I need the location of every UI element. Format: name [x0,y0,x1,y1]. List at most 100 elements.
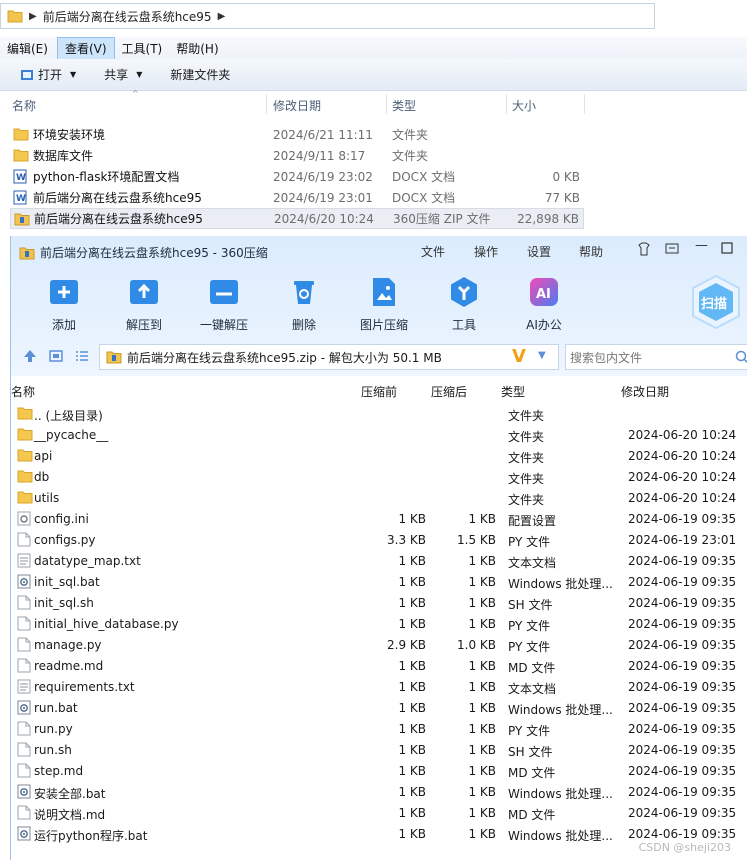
minimize-icon[interactable]: — [695,238,708,253]
search-icon[interactable] [735,350,747,367]
file-row[interactable]: 环境安装环境 2024/6/21 11:11 文件夹 [10,124,584,145]
archive-entry-row[interactable]: datatype_map.txt 1 KB 1 KB 文本文档 2024-06-19 0… [11,551,747,572]
file-size: 0 KB [552,169,580,184]
entry-date: 2024-06-20 10:24 [628,449,737,463]
thumbnail-view-icon[interactable] [49,350,63,365]
archive-entry-row[interactable]: initial_hive_database.py 1 KB 1 KB PY 文件 202… [11,614,747,635]
search-input[interactable]: 搜索包内文件 [565,344,747,370]
column-size[interactable]: 压缩前 [361,383,397,400]
tool-add-button[interactable]: 添加 [29,276,99,333]
entry-compressed-size: 1 KB [468,806,496,820]
chevron-right-icon[interactable]: ▶ [29,11,37,22]
archive-entry-row[interactable]: api 文件夹 2024-06-20 10:24 [11,446,747,467]
file-row[interactable]: 前后端分离在线云盘系统hce95 2024/6/20 10:24 360压缩 ZIP… [10,208,584,229]
entry-name: run.bat [34,701,78,715]
file-icon [17,805,31,823]
address-path[interactable]: 前后端分离在线云盘系统hce95 [43,8,212,25]
archive-entry-row[interactable]: config.ini 1 KB 1 KB 配置设置 2024-06-19 09:35 [11,509,747,530]
new-folder-button[interactable]: 新建文件夹 [170,66,230,83]
chevron-down-icon[interactable]: ▼ [538,350,546,361]
archive-entry-row[interactable]: 运行python程序.bat 1 KB 1 KB Windows 批处理... 2024… [11,824,747,845]
archive-entry-row[interactable]: run.bat 1 KB 1 KB Windows 批处理... 2024-06-19 … [11,698,747,719]
list-view-icon[interactable] [75,350,89,365]
file-row[interactable]: Wpython-flask环境配置文档 2024/6/19 23:02 DOCX 文… [10,166,584,187]
batch-file-icon [17,826,31,844]
entry-compressed-size: 1.0 KB [457,638,496,652]
menu-item[interactable]: 查看(V) [56,36,115,60]
entry-size: 1 KB [398,701,426,715]
column-divider[interactable] [386,94,387,114]
tool-one-click-extract-button[interactable]: 一键解压 [189,276,259,333]
file-date: 2024/6/20 10:24 [274,211,374,226]
column-type[interactable]: 类型 [392,97,416,114]
archive-entry-row[interactable]: 安装全部.bat 1 KB 1 KB Windows 批处理... 2024-06-19… [11,782,747,803]
tool-ai-office-button[interactable]: AI AI办公 [509,276,579,333]
archive-entry-row[interactable]: utils 文件夹 2024-06-20 10:24 [11,488,747,509]
tool-extract-to-button[interactable]: 解压到 [109,276,179,333]
archive-entry-row[interactable]: run.py 1 KB 1 KB PY 文件 2024-06-19 09:35 [11,719,747,740]
feedback-icon[interactable] [665,242,679,260]
menu-operate[interactable]: 操作 [474,243,498,260]
file-size: 22,898 KB [517,211,579,226]
address-bar[interactable]: ▶ 前后端分离在线云盘系统hce95 ▶ [0,3,655,29]
archive-entry-row[interactable]: readme.md 1 KB 1 KB MD 文件 2024-06-19 09:35 [11,656,747,677]
archive-entry-row[interactable]: .. (上级目录) 文件夹 [11,404,747,425]
entry-type: 文件夹 [508,472,545,486]
file-row[interactable]: W 前后端分离在线云盘系统hce95 2024/6/19 23:01 DOCX 文档 7… [10,187,584,208]
maximize-icon[interactable] [721,242,733,258]
archive-window: 前后端分离在线云盘系统hce95 - 360压缩 文件 操作 设置 帮助 — 添… [10,236,747,860]
archive-entry-row[interactable]: requirements.txt 1 KB 1 KB 文本文档 2024-06-19 0… [11,677,747,698]
archive-entry-row[interactable]: 说明文档.md 1 KB 1 KB MD 文件 2024-06-19 09:35 [11,803,747,824]
navigation-bar: 前后端分离在线云盘系统hce95.zip - 解包大小为 50.1 MB V ▼… [11,342,747,372]
skin-icon[interactable] [637,242,651,260]
scan-button[interactable]: 扫描 [691,274,741,330]
column-date[interactable]: 修改日期 [273,97,321,114]
archive-entry-row[interactable]: db 文件夹 2024-06-20 10:24 [11,467,747,488]
archive-path-box[interactable]: 前后端分离在线云盘系统hce95.zip - 解包大小为 50.1 MB V ▼ [99,344,559,370]
up-arrow-icon[interactable] [23,349,37,366]
menu-settings[interactable]: 设置 [527,243,551,260]
archive-entry-row[interactable]: init_sql.sh 1 KB 1 KB SH 文件 2024-06-19 09:35 [11,593,747,614]
column-divider[interactable] [584,94,585,114]
menu-item[interactable]: 编辑(E) [0,38,55,59]
menu-item[interactable]: 帮助(H) [169,38,225,59]
open-button[interactable]: 打开 ▼ [20,66,76,83]
file-icon [17,721,31,739]
chevron-right-icon[interactable]: ▶ [218,11,226,22]
column-type[interactable]: 类型 [501,383,525,400]
tool-tools-button[interactable]: 工具 [429,276,499,333]
share-button[interactable]: 共享 ▼ [104,66,142,83]
archive-entry-row[interactable]: configs.py 3.3 KB 1.5 KB PY 文件 2024-06-19 23… [11,530,747,551]
v-logo-icon[interactable]: V [512,346,526,367]
entry-type: PY 文件 [508,640,551,654]
tool-delete-button[interactable]: 删除 [269,276,339,333]
menu-help[interactable]: 帮助 [579,243,603,260]
column-name[interactable]: 名称 [11,383,35,400]
new-folder-label: 新建文件夹 [170,68,231,82]
entry-compressed-size: 1 KB [468,596,496,610]
archive-toolbar-area: 前后端分离在线云盘系统hce95 - 360压缩 文件 操作 设置 帮助 — 添… [11,236,747,376]
archive-entry-row[interactable]: manage.py 2.9 KB 1.0 KB PY 文件 2024-06-19 09:… [11,635,747,656]
archive-entry-row[interactable]: __pycache__ 文件夹 2024-06-20 10:24 [11,425,747,446]
entry-size: 1 KB [398,575,426,589]
menu-item[interactable]: 工具(T) [115,38,170,59]
column-compressed[interactable]: 压缩后 [431,383,467,400]
entry-size: 1 KB [398,659,426,673]
column-date[interactable]: 修改日期 [621,383,669,400]
entry-type: MD 文件 [508,808,556,822]
archive-entry-row[interactable]: init_sql.bat 1 KB 1 KB Windows 批处理... 2024-0… [11,572,747,593]
menu-file[interactable]: 文件 [421,243,445,260]
window-title-text: 前后端分离在线云盘系统hce95 - 360压缩 [40,246,268,260]
column-divider[interactable] [266,94,267,114]
tools-icon [448,276,480,308]
column-divider[interactable] [506,94,507,114]
archive-entry-row[interactable]: step.md 1 KB 1 KB MD 文件 2024-06-19 09:35 [11,761,747,782]
tool-image-compress-button[interactable]: 图片压缩 [349,276,419,333]
tool-label: 解压到 [125,318,162,332]
file-row[interactable]: 数据库文件 2024/9/11 8:17 文件夹 [10,145,584,166]
entry-date: 2024-06-19 09:35 [628,722,737,736]
entry-date: 2024-06-19 09:35 [628,617,737,631]
column-name[interactable]: 名称 [12,97,36,114]
archive-entry-row[interactable]: run.sh 1 KB 1 KB SH 文件 2024-06-19 09:35 [11,740,747,761]
column-size[interactable]: 大小 [512,97,536,114]
